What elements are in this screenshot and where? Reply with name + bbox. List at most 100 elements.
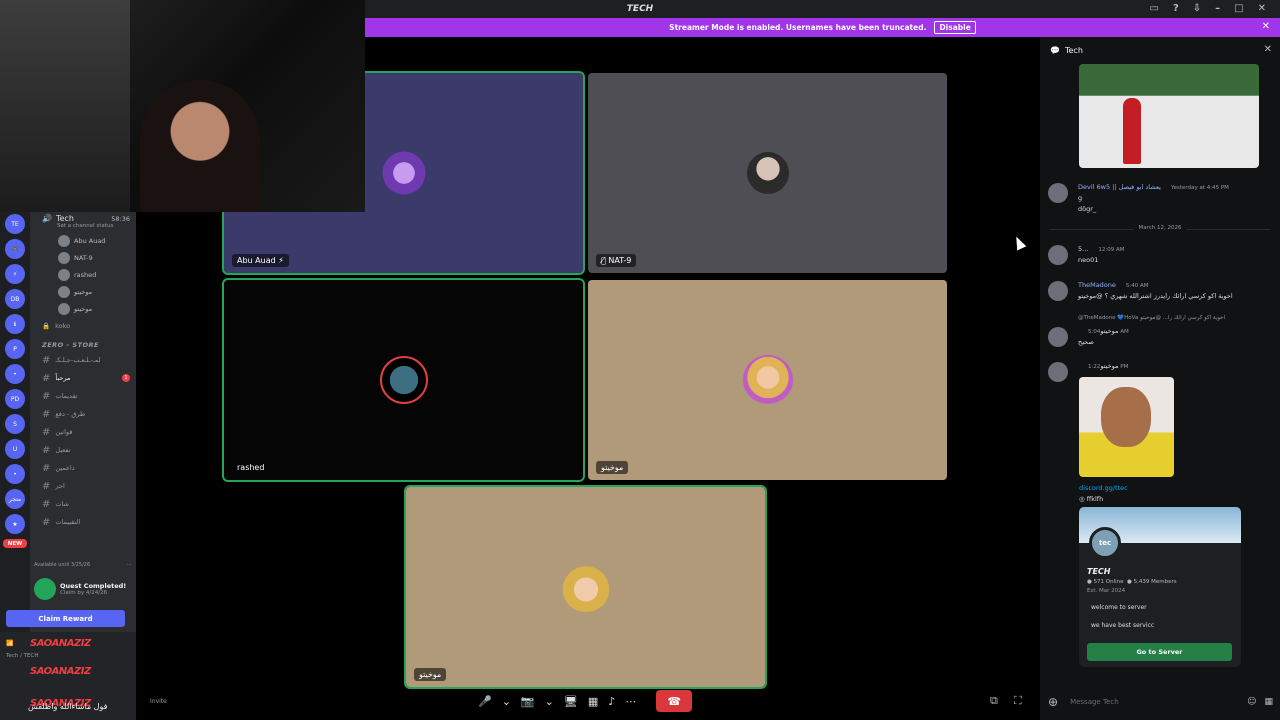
hash-icon: #: [42, 390, 51, 402]
voice-timer: 58:36: [111, 214, 130, 223]
video-tile-nat-9[interactable]: 🎙̸ NAT-9: [588, 73, 947, 273]
server-icon[interactable]: DB: [5, 289, 25, 309]
video-tile-mokhito-2[interactable]: موخيتو: [404, 485, 767, 689]
composer-tools: ☺ ▦: [1247, 697, 1273, 707]
message-body: اخوية اكو كرسي ارائك رايدرز اشترالله شهر…: [1078, 292, 1233, 300]
server-icon[interactable]: P: [5, 339, 25, 359]
server-icon[interactable]: S: [5, 414, 25, 434]
channel-status[interactable]: Set a channel status: [30, 223, 136, 229]
game-character: [1123, 98, 1141, 164]
window-controls: ▭ ? ⇩ – □ ✕: [1150, 3, 1267, 14]
message-author[interactable]: موخيتو5:04 AM: [1078, 327, 1129, 335]
stream-caption: فول ماشاءالله واطلقش: [28, 702, 108, 711]
invite-link[interactable]: discord.gg/ttec: [1079, 484, 1280, 492]
apps-icon[interactable]: ▦: [1264, 697, 1273, 707]
voice-member[interactable]: موخيتو: [30, 283, 136, 300]
fullscreen-icon[interactable]: ⛶: [1014, 694, 1022, 708]
text-channel[interactable]: # مرحباً 1: [30, 369, 136, 387]
text-channel[interactable]: # داعمين: [30, 459, 136, 477]
server-icon[interactable]: ⚡: [5, 264, 25, 284]
selfie-image[interactable]: [1079, 377, 1174, 477]
more-options-icon[interactable]: ⋯: [625, 695, 636, 708]
text-channel[interactable]: # قوانين: [30, 423, 136, 441]
date-divider: March 12, 2026: [1050, 225, 1270, 236]
message-body: g: [1078, 194, 1083, 202]
channel-label: التقييمات: [55, 518, 81, 526]
inbox-icon[interactable]: ▭: [1150, 3, 1159, 14]
microphone-icon[interactable]: 🎤: [478, 695, 492, 708]
text-channel[interactable]: # طرق - دفع: [30, 405, 136, 423]
voice-member[interactable]: NAT-9: [30, 249, 136, 266]
server-icon[interactable]: 🎮: [5, 239, 25, 259]
disconnect-button[interactable]: ☎: [656, 690, 693, 712]
server-icon[interactable]: •: [5, 364, 25, 384]
text-channel[interactable]: # اجر: [30, 477, 136, 495]
invite-label[interactable]: Invite: [150, 698, 167, 705]
server-icon[interactable]: PD: [5, 389, 25, 409]
voice-location: Tech / TECH: [6, 653, 39, 659]
message-author[interactable]: Devil 6w5 || يعشاد ابو فيصل Yesterday at …: [1078, 183, 1229, 191]
server-icon[interactable]: •: [5, 464, 25, 484]
activities-icon[interactable]: ▦: [588, 695, 598, 708]
text-channel-list: # لمـ-ـلـعـب-جـلـكـ # مرحباً 1 # تقديمات # طرق -…: [30, 351, 136, 531]
more-icon[interactable]: ⋯: [127, 562, 132, 568]
channel-label: داعمين: [55, 464, 75, 472]
disable-streamer-mode-button[interactable]: Disable: [934, 21, 976, 34]
text-channel[interactable]: # لمـ-ـلـعـب-جـلـكـ: [30, 351, 136, 369]
channel-koko[interactable]: 🔒 koko: [30, 317, 136, 335]
text-channel[interactable]: # شات: [30, 495, 136, 513]
selfie-face: [1101, 387, 1151, 447]
text-channel[interactable]: # التقييمات: [30, 513, 136, 531]
minimize-icon[interactable]: –: [1215, 3, 1220, 14]
video-tile-rashed[interactable]: rashed: [222, 278, 585, 482]
voice-member[interactable]: rashed: [30, 266, 136, 283]
message-author[interactable]: TheMadone 5:40 AM: [1078, 281, 1149, 289]
help-icon[interactable]: ?: [1173, 3, 1179, 14]
video-tile-mokhito-1[interactable]: موخيتو: [588, 280, 947, 480]
emoji-icon[interactable]: ☺: [1247, 697, 1256, 707]
lock-icon: 🔒: [42, 322, 51, 330]
voice-member[interactable]: موخيتو: [30, 300, 136, 317]
server-invite-card: tec TECH ● 571 Online ● 5,439 Members Es…: [1079, 507, 1241, 667]
text-channel[interactable]: # تقديمات: [30, 387, 136, 405]
server-icon[interactable]: U: [5, 439, 25, 459]
avatar: [560, 562, 611, 612]
go-to-server-button[interactable]: Go to Server: [1087, 643, 1232, 661]
voice-member[interactable]: Abu Auad: [30, 232, 136, 249]
text-channel[interactable]: # تفعيل: [30, 441, 136, 459]
voice-connected-status[interactable]: 📶: [6, 640, 13, 647]
camera-off-icon[interactable]: 📷: [521, 695, 535, 708]
claim-reward-button[interactable]: Claim Reward: [6, 610, 125, 627]
close-icon[interactable]: ✕: [1258, 3, 1266, 14]
close-chat-icon[interactable]: ✕: [1264, 44, 1272, 55]
call-controls: 🎤 ⌄ 📷 ⌄ 🖥 ▦ ♪ ⋯ ☎: [478, 690, 693, 712]
channel-label: مرحباً: [55, 374, 71, 382]
server-icon[interactable]: ℹ: [5, 314, 25, 334]
maximize-icon[interactable]: □: [1234, 3, 1243, 14]
banner-text: Streamer Mode is enabled. Usernames have…: [669, 23, 927, 32]
screen-share-icon[interactable]: 🖥: [564, 695, 578, 708]
user-name-top: SAOANAZIZ: [30, 638, 91, 649]
message-author[interactable]: موخيتو1:22 PM: [1078, 362, 1128, 370]
new-badge[interactable]: NEW: [3, 539, 27, 548]
message-author[interactable]: 5... 12:09 AM: [1078, 245, 1124, 253]
download-icon[interactable]: ⇩: [1193, 3, 1201, 14]
soundboard-icon[interactable]: ♪: [608, 695, 615, 708]
message-input[interactable]: Message Tech: [1070, 698, 1119, 706]
channel-label: اجر: [55, 482, 65, 490]
server-icon[interactable]: متجر: [5, 489, 25, 509]
user-name[interactable]: SAOANAZIZ: [30, 666, 91, 677]
popout-icon[interactable]: ⧉: [990, 694, 998, 708]
camera-options-chevron-icon[interactable]: ⌄: [545, 695, 554, 708]
server-icon[interactable]: ТЕ: [5, 214, 25, 234]
mic-options-chevron-icon[interactable]: ⌄: [502, 695, 511, 708]
member-name: NAT-9: [74, 253, 93, 262]
server-icon[interactable]: ★: [5, 514, 25, 534]
close-banner-icon[interactable]: ✕: [1262, 21, 1270, 32]
add-attachment-icon[interactable]: ⊕: [1048, 695, 1058, 709]
chat-header: 💬 Tech ✕: [1040, 37, 1280, 63]
category-header[interactable]: ZERO - STORE: [30, 335, 136, 351]
hash-icon: #: [42, 462, 51, 474]
member-name: Abu Auad: [74, 236, 106, 245]
game-screenshot-image[interactable]: [1079, 64, 1259, 168]
